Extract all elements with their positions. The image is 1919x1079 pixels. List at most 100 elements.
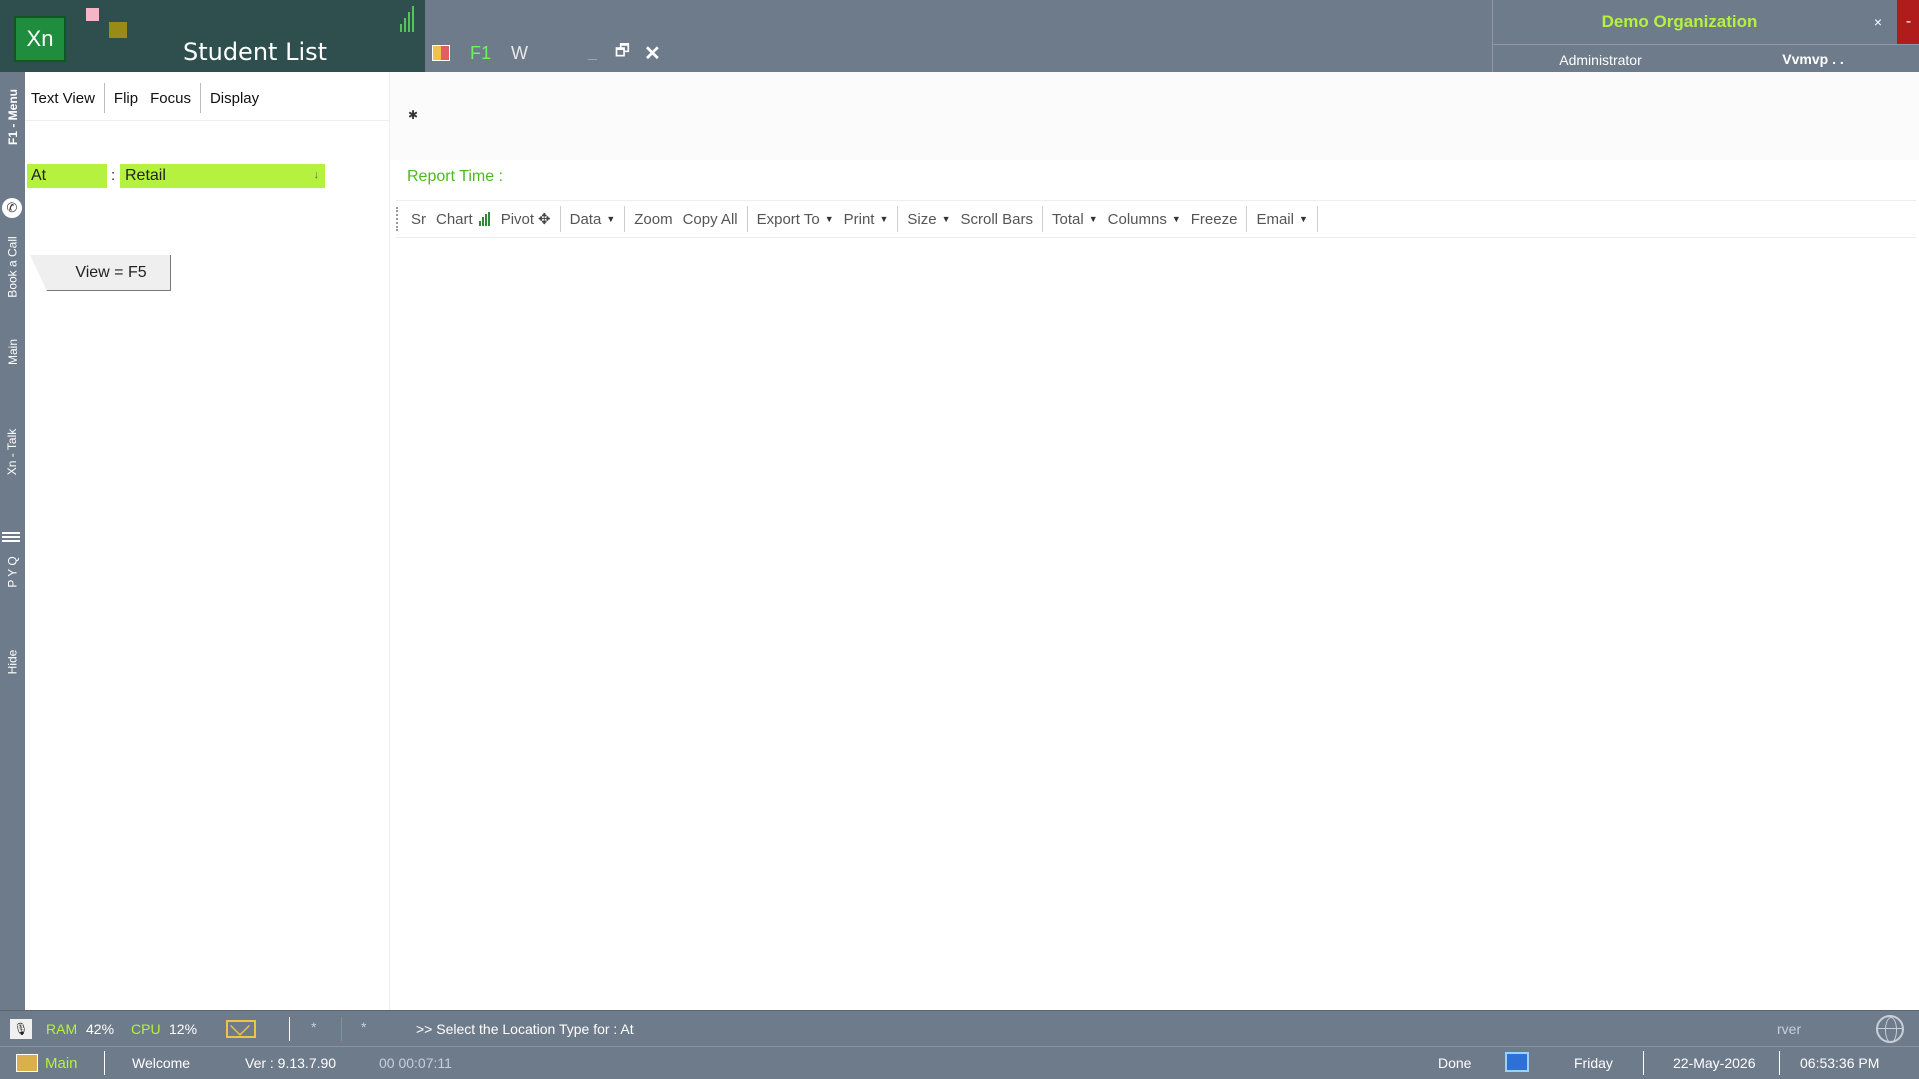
organization-name[interactable]: Demo Organization <box>1493 12 1866 32</box>
main-tab[interactable]: Main <box>45 1055 78 1072</box>
vtab-label: P Y Q <box>5 556 20 588</box>
status-marker: * <box>361 1019 367 1035</box>
tab-display[interactable]: Display <box>204 90 265 107</box>
status-marker: * <box>311 1019 317 1035</box>
vtab-book-a-call[interactable]: Book a Call <box>0 222 25 312</box>
server-text: rver <box>1777 1021 1802 1037</box>
microphone-icon[interactable]: 🎙 <box>10 1019 32 1039</box>
filter-panel: Text View Flip Focus Display At : Retail… <box>25 72 390 1010</box>
minimize-button[interactable]: _ <box>588 44 597 62</box>
time-text: 06:53:36 PM <box>1800 1055 1880 1071</box>
header-marker: ✱ <box>408 108 419 122</box>
total-menu[interactable]: Total ▼ <box>1047 211 1103 228</box>
print-menu[interactable]: Print ▼ <box>839 211 894 228</box>
dropdown-caret-icon: ▼ <box>824 214 834 224</box>
divider <box>103 83 105 113</box>
vtab-hide[interactable]: Hide <box>0 632 25 692</box>
data-menu[interactable]: Data ▼ <box>565 211 621 228</box>
view-tabs: Text View Flip Focus Display <box>25 82 265 114</box>
f1-button[interactable]: F1 <box>470 43 491 64</box>
title-toolbar: F1 W _ 🗗 ✕ <box>432 40 661 66</box>
state-text: Done <box>1438 1055 1472 1071</box>
zoom-button[interactable]: Zoom <box>629 211 677 228</box>
user-role: Administrator <box>1559 52 1642 68</box>
dropdown-caret-icon: ▼ <box>606 214 616 224</box>
report-toolbar: Sr Chart Pivot ✥ Data ▼ Zoom Copy All Exp… <box>396 200 1916 238</box>
chart-bars-icon <box>478 212 491 226</box>
vtab-label: Xn - Talk <box>5 428 20 476</box>
vtab-label: Book a Call <box>5 236 20 298</box>
window-title: Student List <box>182 38 328 66</box>
colon-separator: : <box>111 167 116 184</box>
report-area: ✱ Report Time : Sr Chart Pivot ✥ Data ▼ Z… <box>390 72 1919 1010</box>
welcome-text: Welcome <box>132 1055 191 1071</box>
phone-icon[interactable]: ✆ <box>2 198 22 218</box>
dropdown-caret-icon: ▼ <box>1298 214 1308 224</box>
tab-flip[interactable]: Flip <box>108 90 144 107</box>
vtab-label: F1 - Menu <box>5 89 20 145</box>
divider <box>289 1017 290 1041</box>
move-icon: ✥ <box>538 211 551 228</box>
divider <box>199 83 201 113</box>
email-menu[interactable]: Email ▼ <box>1251 211 1312 228</box>
dropdown-caret-icon: ▼ <box>1171 214 1181 224</box>
toolbar-grip[interactable] <box>396 207 398 231</box>
report-time-label: Report Time : <box>407 168 504 185</box>
user-name[interactable]: Vvmvp . . <box>1713 51 1913 67</box>
ram-label: RAM <box>46 1021 78 1037</box>
divider <box>341 1017 342 1041</box>
home-icon[interactable] <box>16 1054 38 1072</box>
close-button[interactable]: ✕ <box>644 41 661 66</box>
grid-tool-icon[interactable] <box>432 45 450 61</box>
vtab-xn-talk[interactable]: Xn - Talk <box>0 412 25 492</box>
scroll-bars-button[interactable]: Scroll Bars <box>956 211 1039 228</box>
signal-bars-icon <box>400 6 416 32</box>
globe-icon[interactable] <box>1876 1015 1904 1043</box>
vertical-nav: F1 - Menu ✆ Book a Call Main Xn - Talk P… <box>0 72 25 1010</box>
xn-logo-icon[interactable]: Xn <box>14 16 66 62</box>
mail-icon[interactable] <box>226 1020 256 1038</box>
status-message: >> Select the Location Type for : At <box>416 1021 634 1037</box>
dropdown-caret-icon: ▼ <box>879 214 889 224</box>
copy-all-button[interactable]: Copy All <box>678 211 743 228</box>
w-button[interactable]: W <box>511 43 528 64</box>
organization-panel: Demo Organization × - Administrator Vvmv… <box>1492 0 1919 72</box>
status-bar: 🎙 RAM 42% CPU 12% * * >> Select the Loca… <box>0 1010 1919 1046</box>
vtab-main[interactable]: Main <box>0 322 25 382</box>
dropdown-caret-icon: ▼ <box>941 214 951 224</box>
divider <box>559 206 561 232</box>
dropdown-caret-icon: ▼ <box>1088 214 1098 224</box>
elapsed-time: 00 00:07:11 <box>379 1055 452 1071</box>
chart-button[interactable]: Chart <box>431 211 496 228</box>
olive-square-icon <box>109 22 127 38</box>
monitor-icon[interactable] <box>1505 1052 1529 1072</box>
taskbar: Main Welcome Ver : 9.13.7.90 00 00:07:11… <box>0 1046 1919 1079</box>
org-close-button[interactable]: × <box>1867 4 1889 40</box>
tab-text-view[interactable]: Text View <box>25 90 101 107</box>
divider <box>897 206 899 232</box>
location-type-value: Retail <box>125 167 166 184</box>
divider <box>746 206 748 232</box>
sr-button[interactable]: Sr <box>406 211 431 228</box>
tab-focus[interactable]: Focus <box>144 90 197 107</box>
divider <box>1042 206 1044 232</box>
vtab-label: Main <box>5 338 20 366</box>
cpu-label: CPU <box>131 1021 161 1037</box>
location-type-select[interactable]: Retail ↓ <box>120 164 325 188</box>
day-text: Friday <box>1574 1055 1613 1071</box>
size-menu[interactable]: Size ▼ <box>902 211 955 228</box>
vtab-f1-menu[interactable]: F1 - Menu <box>0 72 25 162</box>
divider <box>1493 44 1919 45</box>
export-to-menu[interactable]: Export To ▼ <box>752 211 839 228</box>
chevron-down-icon[interactable]: ↓ <box>314 169 320 181</box>
pink-square-icon <box>86 8 99 21</box>
pivot-button[interactable]: Pivot ✥ <box>496 210 556 229</box>
view-button[interactable]: View = F5 <box>30 255 171 291</box>
freeze-button[interactable]: Freeze <box>1186 211 1243 228</box>
divider <box>25 120 390 121</box>
ram-value: 42% <box>86 1021 115 1037</box>
restore-button[interactable]: 🗗 <box>615 40 630 67</box>
vtab-pyq[interactable]: P Y Q <box>0 542 25 602</box>
columns-menu[interactable]: Columns ▼ <box>1103 211 1186 228</box>
org-minimize-button[interactable]: - <box>1897 0 1919 44</box>
